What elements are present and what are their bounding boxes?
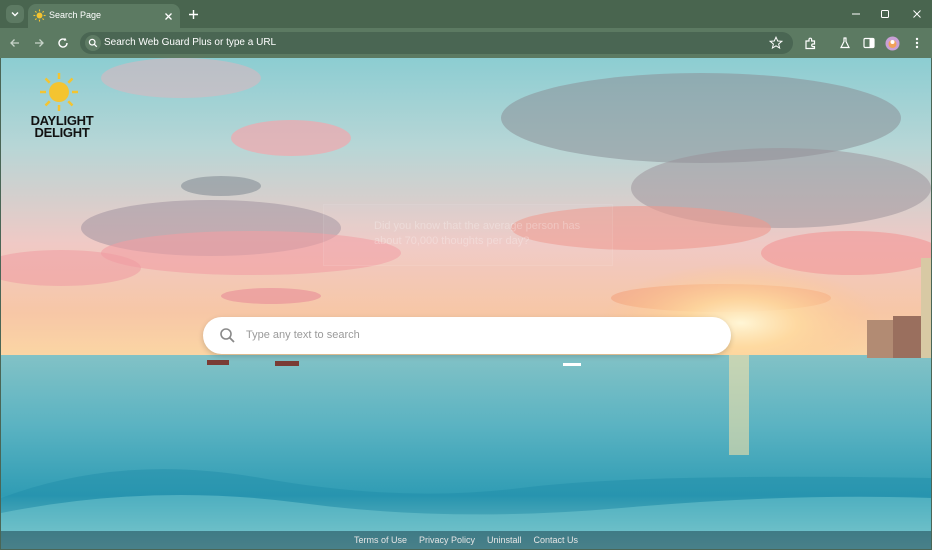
browser-menu-button[interactable] xyxy=(909,35,925,51)
profile-avatar-icon xyxy=(885,36,899,50)
logo-sun-icon xyxy=(40,73,78,111)
chevron-down-icon xyxy=(11,12,19,17)
side-panel-icon xyxy=(863,37,875,49)
tab-title: Search Page xyxy=(49,10,102,20)
reload-button[interactable] xyxy=(55,35,71,51)
contact-us-link[interactable]: Contact Us xyxy=(534,535,579,545)
minimize-icon xyxy=(852,13,860,15)
side-panel-button[interactable] xyxy=(861,35,877,51)
extensions-icon xyxy=(804,37,815,49)
forward-button[interactable] xyxy=(31,35,47,51)
tab-close-button[interactable] xyxy=(162,10,174,22)
privacy-policy-link[interactable]: Privacy Policy xyxy=(419,535,475,545)
search-input[interactable] xyxy=(246,325,706,345)
fact-box: Did you know that the average person has… xyxy=(323,204,613,266)
new-tab-page: DAYLIGHT DELIGHT Did you know that the a… xyxy=(1,58,931,549)
footer: Terms of Use Privacy Policy Uninstall Co… xyxy=(1,531,931,549)
labs-flask-icon xyxy=(840,37,850,49)
plus-icon xyxy=(189,10,198,19)
search-icon xyxy=(220,328,235,343)
profile-avatar[interactable] xyxy=(884,35,900,51)
window-close-button[interactable] xyxy=(909,6,925,22)
star-icon[interactable] xyxy=(769,36,783,50)
sunset-beach-background xyxy=(1,58,931,531)
daylight-delight-logo: DAYLIGHT DELIGHT xyxy=(25,72,95,142)
maximize-icon xyxy=(881,10,889,18)
kebab-menu-icon xyxy=(915,37,919,49)
close-icon xyxy=(164,12,172,20)
back-button[interactable] xyxy=(7,35,23,51)
browser-tab[interactable]: Search Page xyxy=(28,4,180,28)
terms-of-use-link[interactable]: Terms of Use xyxy=(354,535,407,545)
browser-toolbar: Search Web Guard Plus or type a URL xyxy=(0,28,932,58)
reload-icon xyxy=(58,37,68,48)
fact-text: Did you know that the average person has… xyxy=(374,220,581,247)
forward-arrow-icon xyxy=(35,39,44,47)
extensions-button[interactable] xyxy=(802,35,818,51)
maximize-button[interactable] xyxy=(877,6,893,22)
minimize-button[interactable] xyxy=(848,6,864,22)
uninstall-link[interactable]: Uninstall xyxy=(487,535,522,545)
sun-icon xyxy=(33,9,46,22)
window-close-icon xyxy=(913,10,921,18)
address-bar[interactable]: Search Web Guard Plus or type a URL xyxy=(80,32,793,54)
address-bar-placeholder: Search Web Guard Plus or type a URL xyxy=(104,37,277,48)
labs-button[interactable] xyxy=(837,35,853,51)
search-icon xyxy=(85,35,101,51)
browser-titlebar: Search Page xyxy=(0,0,932,28)
search-box[interactable] xyxy=(203,317,731,354)
new-tab-button[interactable] xyxy=(186,7,201,22)
tab-search-button[interactable] xyxy=(6,5,24,23)
back-arrow-icon xyxy=(10,39,19,47)
logo-text-line2: DELIGHT xyxy=(34,125,90,140)
